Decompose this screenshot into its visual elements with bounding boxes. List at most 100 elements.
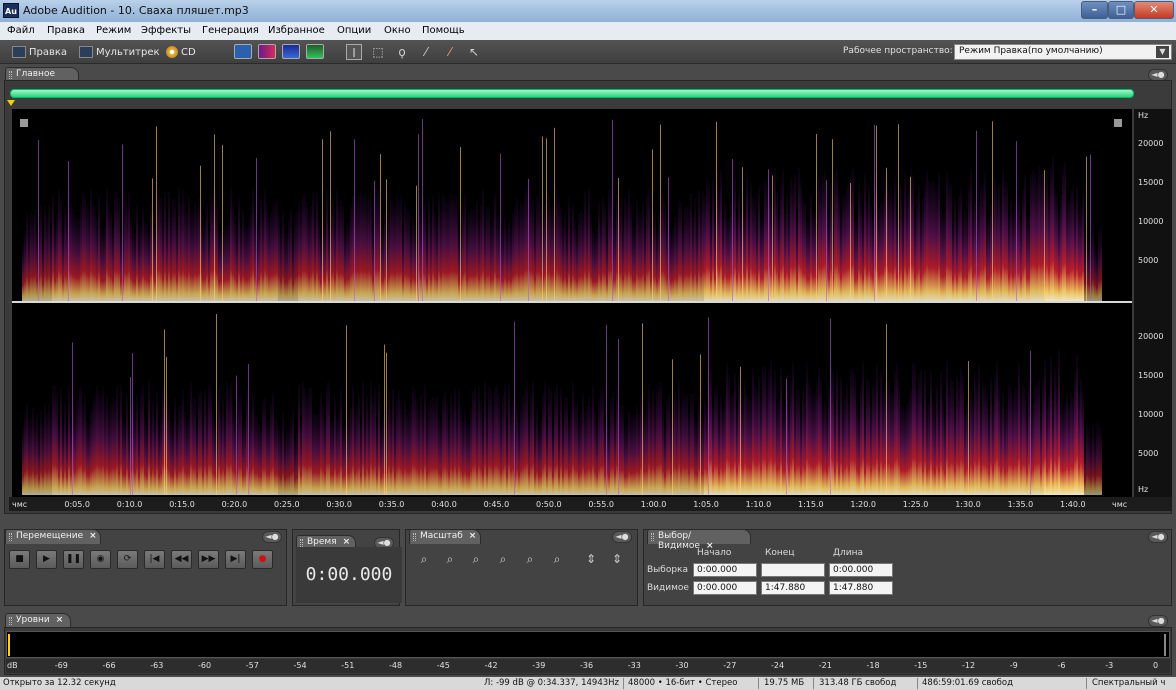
time-tick-label: 0:45.0 xyxy=(483,500,510,509)
time-tick-label: 1:25.0 xyxy=(902,500,929,509)
go-to-start-button[interactable]: |◀ xyxy=(144,550,165,569)
cd-view-button[interactable]: CD xyxy=(166,44,196,60)
multitrack-view-button[interactable]: Мультитрек xyxy=(79,44,160,60)
zoom-top-right-icon[interactable] xyxy=(1114,119,1122,127)
tab-time-label: Время xyxy=(307,537,337,547)
zoom-in-vertical-icon[interactable]: ⇕ xyxy=(582,551,600,568)
spectral-view-icon[interactable] xyxy=(258,44,276,59)
play-from-cursor-button[interactable]: ◉ xyxy=(90,550,111,569)
spot-healing-icon[interactable]: ⁄ xyxy=(442,44,458,60)
view-start-field[interactable]: 0:00.000 xyxy=(693,581,757,595)
menu-help[interactable]: Помощь xyxy=(422,25,465,36)
panel-menu-icon[interactable]: ◄● xyxy=(612,531,632,543)
time-selection-tool-icon[interactable]: I xyxy=(346,44,362,60)
stop-button[interactable]: ■ xyxy=(9,550,30,569)
status-cursor: Л: -99 dB @ 0:34.337, 14943Hz xyxy=(484,678,619,688)
record-button[interactable]: ● xyxy=(252,550,273,569)
menu-effects[interactable]: Эффекты xyxy=(141,25,191,36)
panel-menu-icon[interactable]: ◄● xyxy=(1148,615,1168,627)
time-tick-label: чмс xyxy=(12,500,28,509)
header-end: Конец xyxy=(765,548,795,558)
brush-tool-icon[interactable]: ⁄ xyxy=(418,44,434,60)
zoom-in-amplitude-icon[interactable]: ⌕ xyxy=(415,551,433,568)
workspace-select[interactable]: Режим Правка(по умолчанию) ▼ xyxy=(954,44,1172,60)
grip-icon xyxy=(300,539,303,547)
spectral-display[interactable] xyxy=(12,109,1132,497)
status-divider xyxy=(623,678,624,689)
marquee-tool-icon[interactable]: ⬚ xyxy=(370,44,386,60)
grip-icon xyxy=(413,533,416,541)
lasso-tool-icon[interactable]: ϙ xyxy=(394,44,410,60)
db-tick-label: -3 xyxy=(1105,661,1114,670)
status-free-time: 486:59:01.69 свобод xyxy=(922,678,1014,688)
tab-levels[interactable]: Уровни × xyxy=(5,613,71,628)
close-icon[interactable]: × xyxy=(343,537,351,547)
time-tick-label: 0:10.0 xyxy=(116,500,143,509)
zoom-out-amplitude-icon[interactable]: ⌕ xyxy=(441,551,459,568)
level-meter xyxy=(6,631,1170,658)
clip-indicator[interactable] xyxy=(1164,634,1166,656)
status-divider xyxy=(1086,678,1087,689)
scrub-tool-icon[interactable]: ↖ xyxy=(466,44,482,60)
db-tick-label: -6 xyxy=(1057,661,1066,670)
close-icon[interactable]: ✕ xyxy=(1134,1,1174,19)
go-to-end-button[interactable]: ▶| xyxy=(225,550,246,569)
panel-menu-icon[interactable]: ◄● xyxy=(262,531,282,543)
zoom-out-vertical-icon[interactable]: ⇕ xyxy=(608,551,626,568)
zoom-top-left-icon[interactable] xyxy=(20,119,28,127)
time-tick-label: 1:30.0 xyxy=(955,500,981,509)
zoom-out-full-icon[interactable]: ⌕ xyxy=(467,551,485,568)
edit-view-button[interactable]: Правка xyxy=(12,44,67,60)
selection-end-field[interactable] xyxy=(761,563,825,577)
db-tick-label: -21 xyxy=(818,661,832,670)
time-tick-label: 1:10.0 xyxy=(745,500,772,509)
pause-button[interactable]: ❚❚ xyxy=(63,550,84,569)
loop-button[interactable]: ⟳ xyxy=(117,550,138,569)
rewind-button[interactable]: ◀◀ xyxy=(171,550,192,569)
playhead-marker-icon[interactable] xyxy=(7,100,15,106)
menu-view[interactable]: Режим xyxy=(96,25,131,36)
maximize-icon[interactable]: □ xyxy=(1108,1,1134,19)
spectrogram xyxy=(12,119,1132,495)
zoom-left-icon[interactable]: ⌕ xyxy=(521,551,539,568)
view-length-field[interactable]: 1:47.880 xyxy=(829,581,893,595)
tab-zoom-label: Масштаб xyxy=(420,531,463,541)
db-tick-label: -54 xyxy=(293,661,307,670)
menu-window[interactable]: Окно xyxy=(384,25,411,36)
panel-menu-icon[interactable]: ◄● xyxy=(1148,531,1168,543)
tab-selection-view[interactable]: Выбор/Видимое × xyxy=(647,529,751,551)
tab-transport[interactable]: Перемещение × xyxy=(5,529,101,544)
hz-tick: 20000 xyxy=(1138,332,1164,341)
close-icon[interactable]: × xyxy=(89,531,97,541)
tab-zoom[interactable]: Масштаб × xyxy=(409,529,481,544)
minimize-icon[interactable]: – xyxy=(1081,1,1108,19)
tab-main-label: Главное xyxy=(16,69,55,79)
menu-edit[interactable]: Правка xyxy=(47,25,85,36)
time-tick-label: 0:20.0 xyxy=(221,500,248,509)
menu-file[interactable]: Файл xyxy=(7,25,35,36)
menu-options[interactable]: Опции xyxy=(337,25,371,36)
menu-generate[interactable]: Генерация xyxy=(202,25,259,36)
right-channel xyxy=(22,313,1102,495)
fast-forward-button[interactable]: ▶▶ xyxy=(198,550,219,569)
overview-bar[interactable] xyxy=(10,89,1134,98)
waveform-view-icon[interactable] xyxy=(234,44,252,59)
close-icon[interactable]: × xyxy=(469,531,477,541)
play-button[interactable]: ▶ xyxy=(36,550,57,569)
db-tick-label: -69 xyxy=(54,661,68,670)
time-ruler[interactable]: чмс 0:05.0 0:10.0 0:15.0 0:20.0 0:25.0 0:30.0 0… xyxy=(9,497,1172,511)
hz-tick: 15000 xyxy=(1138,371,1164,380)
app-logo: Au xyxy=(3,3,19,18)
zoom-selection-icon[interactable]: ⌕ xyxy=(494,551,512,568)
multitrack-icon xyxy=(79,46,93,58)
channel-divider xyxy=(12,301,1132,303)
row-selection-label: Выборка xyxy=(647,565,689,575)
selection-start-field[interactable]: 0:00.000 xyxy=(693,563,757,577)
zoom-right-icon[interactable]: ⌕ xyxy=(548,551,566,568)
view-end-field[interactable]: 1:47.880 xyxy=(761,581,825,595)
selection-length-field[interactable]: 0:00.000 xyxy=(829,563,893,577)
close-icon[interactable]: × xyxy=(56,615,64,625)
menu-favorites[interactable]: Избранное xyxy=(268,25,325,36)
phase-view-icon[interactable] xyxy=(306,44,324,59)
pan-view-icon[interactable] xyxy=(282,44,300,59)
